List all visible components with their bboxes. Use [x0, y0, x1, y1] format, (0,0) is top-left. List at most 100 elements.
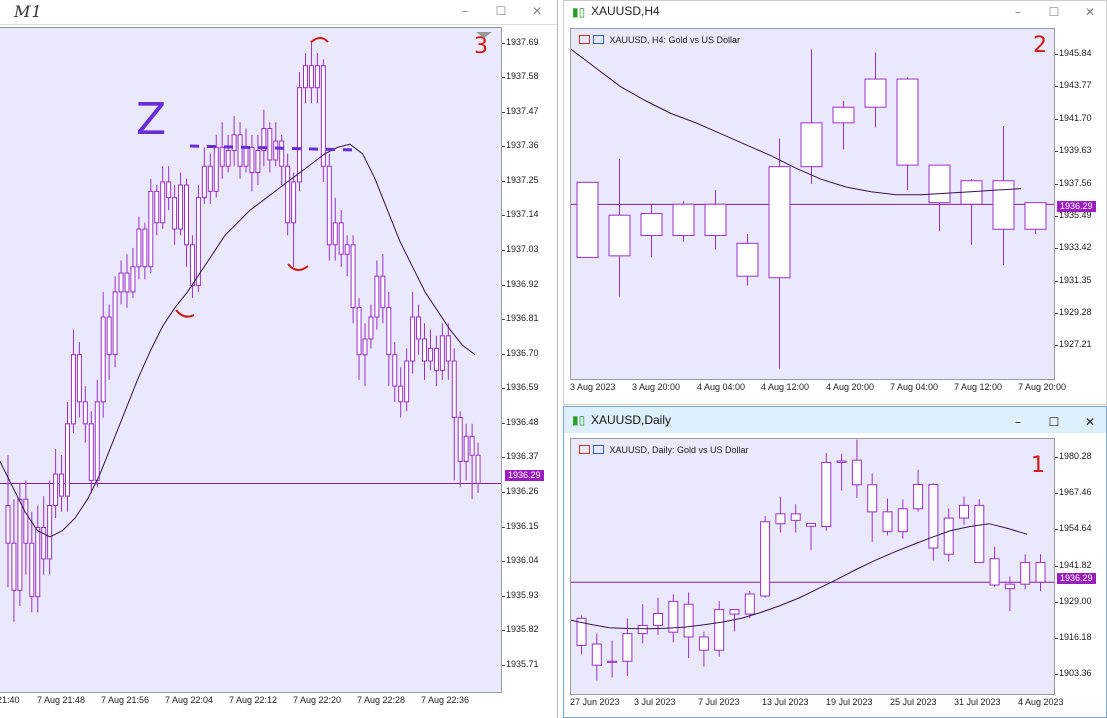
price-tick-label: 1933.42	[1059, 242, 1092, 253]
close-button[interactable]: ✕	[1080, 413, 1100, 431]
price-tick-label: 1941.70	[1059, 112, 1092, 123]
candle-body	[672, 203, 695, 237]
daily-time-axis[interactable]: 27 Jun 2023 3 Jul 2023 7 Jul 2023 13 Jul 20…	[570, 695, 1064, 715]
candle-body	[326, 165, 332, 246]
price-tick-mark	[502, 664, 505, 666]
candle-body	[82, 401, 88, 425]
price-tick-label: 1937.03	[506, 244, 539, 255]
candle-body	[338, 222, 344, 255]
candle-body	[88, 423, 94, 481]
candle-body	[433, 347, 439, 371]
time-tick-label: 7 Aug 22:36	[421, 695, 470, 705]
candle-body	[65, 423, 70, 497]
h4-titlebar[interactable]: ▮▯ XAUUSD,H4 – ☐ ✕	[564, 1, 1106, 23]
candle-body	[729, 609, 740, 615]
candle-body	[35, 527, 41, 598]
h4-symbol-label: XAUUSD, H4: Gold vs US Dollar	[579, 35, 740, 45]
time-tick-label: 7 Aug 21:56	[101, 695, 150, 705]
chart-icon: ▮▯	[572, 5, 586, 19]
m1-titlebar[interactable]: M1 – ☐ ✕	[0, 0, 557, 25]
maximize-button[interactable]: ☐	[1044, 3, 1064, 21]
price-tick-label: 1937.47	[506, 105, 539, 116]
time-tick-label: 7 Aug 20:00	[1018, 382, 1067, 392]
price-tick-mark	[1055, 53, 1058, 55]
time-tick-label: 25 Jul 2023	[890, 697, 937, 707]
minimize-button[interactable]: –	[1008, 3, 1028, 21]
time-tick-label: 19 Jul 2023	[826, 697, 873, 707]
candle-body	[255, 150, 261, 174]
candle-body	[344, 244, 350, 255]
m1-price-axis[interactable]: 1937.69 1937.58 1937.47 1937.36 1937.25 1937.…	[502, 27, 557, 693]
candle-body	[1004, 583, 1015, 590]
time-tick-label: 7 Aug 22:20	[293, 695, 342, 705]
m1-chart-window[interactable]: M1 – ☐ ✕ 3 Z 1937.69 1937.58 1937.47 1937.3…	[0, 0, 558, 718]
candle-body	[291, 181, 297, 224]
candle-body	[913, 483, 924, 510]
price-tick-label: 1916.18	[1059, 632, 1092, 642]
candle-body	[184, 184, 189, 246]
candle-body	[100, 316, 106, 403]
candle-body	[308, 65, 314, 89]
candle-body	[207, 165, 213, 192]
price-tick-mark	[1055, 215, 1058, 217]
price-tick-label: 1935.82	[506, 624, 539, 635]
m1-plot-area[interactable]: 3 Z	[0, 27, 502, 693]
close-button[interactable]: ✕	[527, 2, 547, 20]
price-tick-mark	[502, 180, 505, 182]
price-tick-label: 1939.63	[1059, 145, 1092, 156]
candle-body	[189, 244, 195, 287]
minimize-button[interactable]: –	[1008, 413, 1028, 431]
daily-price-axis[interactable]: 1980.28 1967.46 1954.64 1941.82 1929.00 1916.…	[1055, 438, 1106, 695]
m1-title: M1	[14, 2, 43, 21]
candle-body	[136, 228, 142, 268]
h4-plot-area[interactable]: XAUUSD, H4: Gold vs US Dollar 2	[570, 28, 1055, 380]
candle-body	[70, 354, 76, 425]
maximize-button[interactable]: ☐	[1044, 413, 1064, 431]
chart-type-icon	[593, 445, 604, 454]
candle-body	[974, 504, 985, 563]
candle-body	[637, 624, 648, 635]
candle-body	[386, 307, 392, 356]
maximize-button[interactable]: ☐	[491, 2, 511, 20]
candle-body	[806, 522, 816, 527]
daily-titlebar[interactable]: ▮▯ XAUUSD,Daily – ☐ ✕	[564, 407, 1106, 433]
candle-body	[760, 521, 771, 597]
candle-body	[29, 542, 35, 598]
m1-time-axis[interactable]: 21:40 7 Aug 21:48 7 Aug 21:56 7 Aug 22:04 7 …	[0, 693, 502, 718]
price-tick-mark	[1055, 345, 1058, 347]
candle-body	[1035, 561, 1046, 583]
candle-body	[231, 134, 237, 152]
candle-body	[249, 146, 255, 174]
price-tick-mark	[502, 526, 505, 528]
candle-body	[607, 660, 618, 663]
time-tick-label: 7 Aug 22:12	[229, 695, 278, 705]
candle-body	[374, 275, 380, 318]
close-button[interactable]: ✕	[1080, 3, 1100, 21]
h4-chart-window[interactable]: ▮▯ XAUUSD,H4 – ☐ ✕ XAUUSD, H4: Gold vs U…	[563, 0, 1107, 405]
candle-body	[714, 609, 725, 651]
time-tick-label: 7 Aug 21:48	[37, 695, 86, 705]
candle-body	[768, 166, 791, 279]
price-tick-mark	[1055, 118, 1058, 120]
price-tick-mark	[502, 42, 505, 44]
candle-body	[380, 275, 386, 309]
zone-z-annotation: Z	[136, 94, 167, 145]
candle-body	[591, 643, 602, 666]
price-tick-label: 1937.58	[506, 71, 539, 82]
candle-body	[1024, 202, 1047, 230]
m1-current-price-tag: 1936.29	[505, 470, 544, 481]
price-tick-mark	[502, 491, 505, 493]
price-tick-mark	[502, 146, 505, 148]
candle-body	[864, 78, 887, 108]
candle-body	[943, 517, 954, 555]
price-tick-mark	[1055, 565, 1058, 567]
daily-symbol-label: XAUUSD, Daily: Gold vs US Dollar	[579, 445, 749, 455]
minimize-button[interactable]: –	[455, 2, 475, 20]
candle-body	[736, 242, 759, 277]
h4-time-axis[interactable]: 3 Aug 2023 3 Aug 20:00 4 Aug 04:00 4 Aug 12…	[570, 380, 1066, 400]
daily-plot-area[interactable]: XAUUSD, Daily: Gold vs US Dollar 1	[570, 438, 1055, 695]
daily-chart-window[interactable]: ▮▯ XAUUSD,Daily – ☐ ✕ XAUUSD, Daily: Gol…	[563, 406, 1107, 718]
price-tick-mark	[502, 77, 505, 79]
price-tick-mark	[1055, 638, 1058, 639]
candle-body	[267, 128, 273, 161]
